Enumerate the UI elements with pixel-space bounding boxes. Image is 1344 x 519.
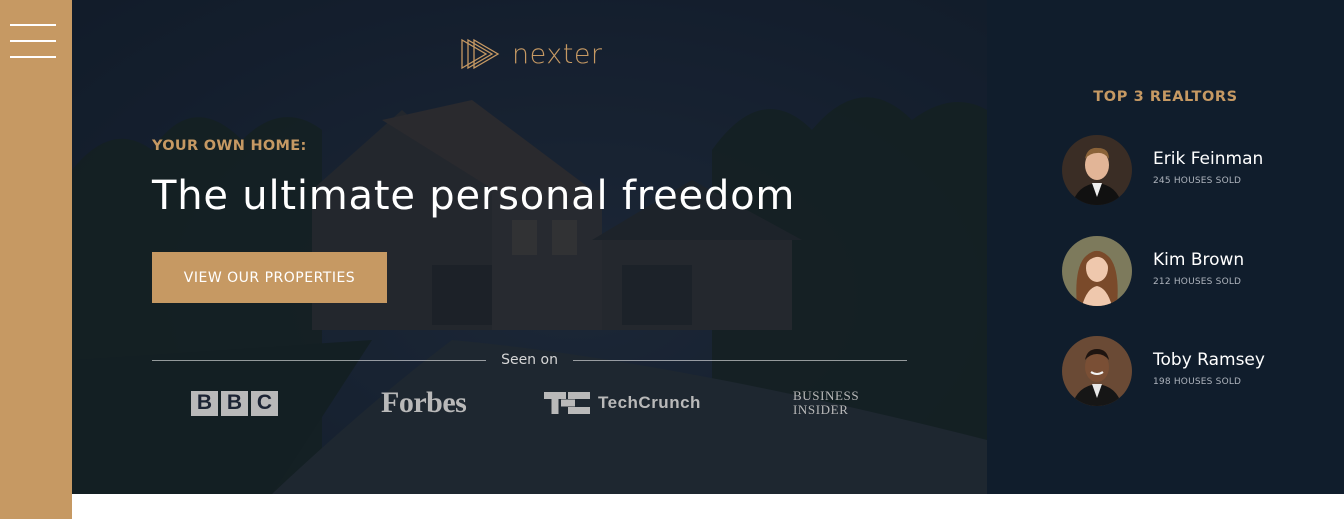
realtor-houses-sold: 245 HOUSES SOLD: [1153, 176, 1242, 186]
techcrunch-wordmark: TechCrunch: [598, 393, 701, 412]
techcrunch-logo: TechCrunch: [544, 383, 701, 423]
forbes-logo: Forbes: [381, 386, 467, 419]
bbc-logo: B B C: [191, 383, 278, 423]
sidebar: [0, 0, 72, 519]
press-logos: B B C Forbes TechCrunch BUSINESS INSIDER: [152, 383, 907, 423]
menu-line: [10, 56, 56, 58]
divider-line: [152, 359, 487, 361]
realtor-houses-sold: 198 HOUSES SOLD: [1153, 377, 1242, 387]
avatar: [1062, 336, 1132, 406]
logo[interactable]: nexter: [460, 38, 603, 70]
realtor-item[interactable]: Kim Brown 212 HOUSES SOLD: [1062, 236, 1322, 306]
realtor-name: Erik Feinman: [1153, 149, 1264, 169]
business-insider-line: BUSINESS: [793, 388, 860, 403]
page: nexter YOUR OWN HOME: The ultimate perso…: [0, 0, 1344, 519]
bbc-letter: C: [251, 390, 278, 416]
seen-on-divider: Seen on: [152, 349, 907, 371]
divider-line: [572, 359, 907, 361]
header-subtitle: YOUR OWN HOME:: [152, 138, 307, 154]
realtor-item[interactable]: Erik Feinman 245 HOUSES SOLD: [1062, 135, 1322, 205]
view-properties-button[interactable]: VIEW OUR PROPERTIES: [152, 252, 387, 303]
realtor-name: Kim Brown: [1153, 250, 1245, 270]
business-insider-logo: BUSINESS INSIDER: [793, 383, 859, 423]
menu-line: [10, 24, 56, 26]
menu-line: [10, 40, 56, 42]
bbc-letter: B: [191, 390, 218, 416]
realtor-houses-sold: 212 HOUSES SOLD: [1153, 277, 1242, 287]
techcrunch-mark-icon: [544, 392, 590, 414]
avatar: [1062, 236, 1132, 306]
realtors-title: TOP 3 REALTORS: [1093, 89, 1238, 105]
logo-text: nexter: [512, 38, 603, 70]
business-insider-line: INSIDER: [793, 402, 849, 417]
seen-on-label: Seen on: [501, 352, 558, 368]
bbc-letter: B: [221, 390, 248, 416]
avatar: [1062, 135, 1132, 205]
realtors-panel: TOP 3 REALTORS Erik Feinman 245 HOUSES S…: [987, 0, 1344, 494]
header: nexter YOUR OWN HOME: The ultimate perso…: [72, 0, 987, 494]
hamburger-menu-icon[interactable]: [10, 22, 56, 60]
realtor-name: Toby Ramsey: [1153, 350, 1265, 370]
realtor-item[interactable]: Toby Ramsey 198 HOUSES SOLD: [1062, 336, 1322, 406]
page-title: The ultimate personal freedom: [152, 173, 796, 219]
triangle-play-logo-icon: [461, 38, 500, 70]
